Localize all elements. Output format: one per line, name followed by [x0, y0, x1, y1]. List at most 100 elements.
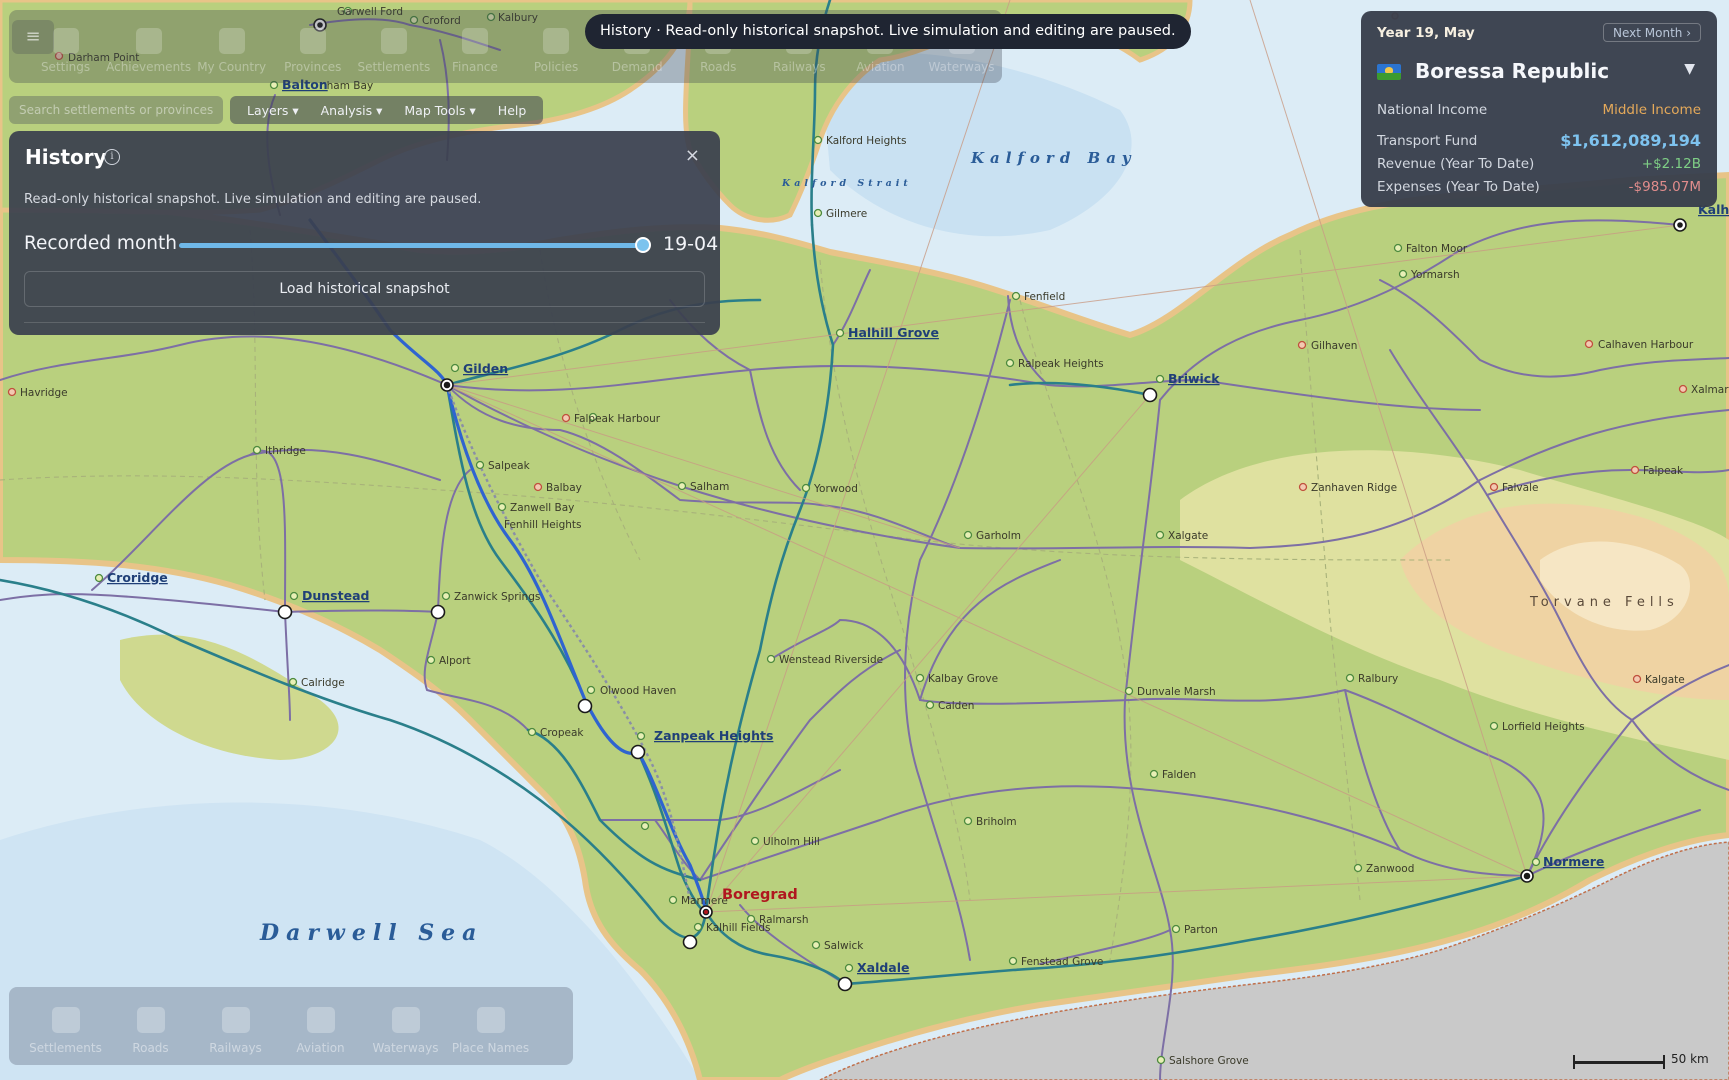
- svg-text:Kalford Heights: Kalford Heights: [826, 135, 907, 147]
- svg-text:Kalgate: Kalgate: [1645, 674, 1685, 686]
- layer-aviation[interactable]: Aviation: [278, 987, 363, 1065]
- svg-text:Calridge: Calridge: [301, 677, 345, 689]
- close-icon[interactable]: ×: [685, 145, 700, 166]
- svg-text:Lorfield Heights: Lorfield Heights: [1502, 721, 1585, 733]
- menu-layers[interactable]: Layers ▾: [236, 103, 310, 118]
- chevron-down-icon[interactable]: ▼: [1684, 61, 1695, 77]
- svg-text:Xalgate: Xalgate: [1168, 530, 1208, 542]
- transport-fund-row: Transport Fund $1,612,089,194: [1377, 131, 1701, 150]
- toolbar-provinces[interactable]: Provinces: [272, 10, 353, 83]
- search-input[interactable]: [9, 96, 223, 124]
- svg-text:Falpeak Harbour: Falpeak Harbour: [574, 413, 661, 425]
- plane-icon: [306, 1007, 335, 1033]
- svg-text:Olwood Haven: Olwood Haven: [600, 685, 676, 697]
- toolbar-achievements[interactable]: Achievements: [106, 10, 191, 83]
- svg-text:Calden: Calden: [938, 700, 974, 712]
- svg-text:Marmere: Marmere: [681, 895, 728, 907]
- svg-text:Ithridge: Ithridge: [265, 445, 306, 457]
- svg-text:Gilden: Gilden: [463, 361, 508, 376]
- scale-bar: [1573, 1055, 1665, 1069]
- transport-fund-value: $1,612,089,194: [1560, 131, 1701, 150]
- svg-text:Falvale: Falvale: [1502, 482, 1538, 494]
- svg-text:Dunvale Marsh: Dunvale Marsh: [1137, 686, 1216, 698]
- sea-label-kalford-strait: Kalford Strait: [781, 178, 912, 189]
- next-month-button[interactable]: Next Month ›: [1603, 23, 1701, 42]
- history-mode-banner: History · Read-only historical snapshot.…: [585, 14, 1191, 49]
- hamburger-menu-icon[interactable]: ≡: [12, 20, 54, 54]
- region-label-torvane: Torvane Fells: [1529, 595, 1679, 610]
- svg-text:Normere: Normere: [1543, 854, 1604, 869]
- revenue-row: Revenue (Year To Date) +$2.12B: [1377, 156, 1701, 172]
- trophy-icon: [135, 28, 162, 54]
- svg-text:Croridge: Croridge: [107, 570, 168, 585]
- document-icon: [543, 28, 570, 54]
- svg-text:Balbay: Balbay: [546, 482, 582, 494]
- svg-text:Gilmere: Gilmere: [826, 208, 867, 220]
- ship-icon: [391, 1007, 420, 1033]
- svg-text:Calhaven Harbour: Calhaven Harbour: [1598, 339, 1694, 351]
- svg-text:Gilhaven: Gilhaven: [1311, 340, 1357, 352]
- svg-text:Briwick: Briwick: [1168, 371, 1220, 386]
- divider: [24, 322, 705, 323]
- svg-text:Falton Moor: Falton Moor: [1406, 243, 1468, 255]
- svg-text:Zanwood: Zanwood: [1366, 863, 1414, 875]
- capital-marker: [704, 910, 708, 914]
- svg-text:Falpeak: Falpeak: [1643, 465, 1684, 477]
- country-flag-icon: [1377, 64, 1401, 80]
- layer-roads[interactable]: Roads: [108, 987, 193, 1065]
- svg-text:Zanpeak Heights: Zanpeak Heights: [654, 728, 773, 743]
- expenses-value: -$985.07M: [1628, 179, 1701, 195]
- menu-help[interactable]: Help: [487, 103, 538, 118]
- svg-text:Kalbay Grove: Kalbay Grove: [928, 673, 998, 685]
- svg-text:Salpeak: Salpeak: [488, 460, 531, 472]
- svg-text:Zanhaven Ridge: Zanhaven Ridge: [1311, 482, 1397, 494]
- scale-label: 50 km: [1671, 1052, 1709, 1066]
- menu-map-tools[interactable]: Map Tools ▾: [393, 103, 486, 118]
- svg-text:Havridge: Havridge: [20, 387, 68, 399]
- road-icon: [136, 1007, 165, 1033]
- svg-text:Fenfield: Fenfield: [1024, 291, 1065, 303]
- history-description: Read-only historical snapshot. Live simu…: [24, 192, 482, 207]
- svg-text:Wenstead Riverside: Wenstead Riverside: [779, 654, 883, 666]
- history-title: History: [25, 145, 107, 169]
- sea-label-darwell: Darwell Sea: [259, 920, 483, 946]
- layer-settlements[interactable]: Settlements: [23, 987, 108, 1065]
- slider-thumb[interactable]: [635, 237, 651, 253]
- svg-text:Parton: Parton: [1184, 924, 1218, 936]
- svg-text:Yormarsh: Yormarsh: [1410, 269, 1460, 281]
- svg-text:Briholm: Briholm: [976, 816, 1017, 828]
- svg-text:Fenhill Heights: Fenhill Heights: [504, 519, 582, 531]
- svg-text:Zanwell Bay: Zanwell Bay: [510, 502, 574, 514]
- map-icon: [299, 28, 326, 54]
- capital-label: Boregrad: [722, 887, 798, 903]
- svg-text:Fenstead Grove: Fenstead Grove: [1021, 956, 1103, 968]
- svg-text:Ulholm Hill: Ulholm Hill: [763, 836, 820, 848]
- sea-label-kalford-bay: Kalford Bay: [970, 149, 1137, 167]
- building-icon: [51, 1007, 80, 1033]
- svg-text:Salwick: Salwick: [824, 940, 864, 952]
- toolbar-policies[interactable]: Policies: [516, 10, 597, 83]
- svg-text:Xaldale: Xaldale: [857, 960, 910, 975]
- svg-text:Yorwood: Yorwood: [813, 483, 858, 495]
- expenses-row: Expenses (Year To Date) -$985.07M: [1377, 179, 1701, 195]
- svg-text:Dunstead: Dunstead: [302, 588, 369, 603]
- toolbar-finance[interactable]: Finance: [434, 10, 515, 83]
- menu-analysis[interactable]: Analysis ▾: [310, 103, 394, 118]
- info-icon[interactable]: i: [104, 149, 120, 165]
- layer-waterways[interactable]: Waterways: [363, 987, 448, 1065]
- layer-railways[interactable]: Railways: [193, 987, 278, 1065]
- recorded-month-slider[interactable]: [179, 237, 651, 253]
- toolbar-my-country[interactable]: My Country: [191, 10, 272, 83]
- svg-text:Ralpeak Heights: Ralpeak Heights: [1018, 358, 1104, 370]
- svg-text:Alport: Alport: [439, 655, 471, 667]
- svg-text:Salshore Grove: Salshore Grove: [1169, 1055, 1249, 1067]
- train-icon: [221, 1007, 250, 1033]
- svg-text:Halhill Grove: Halhill Grove: [848, 325, 939, 340]
- gear-icon: [52, 28, 79, 54]
- layer-place-names[interactable]: Place Names: [448, 987, 533, 1065]
- country-name: Boressa Republic: [1415, 59, 1610, 83]
- svg-text:Garholm: Garholm: [976, 530, 1021, 542]
- layer-bar: Settlements Roads Railways Aviation Wate…: [9, 987, 573, 1065]
- toolbar-settlements[interactable]: Settlements: [353, 10, 434, 83]
- load-snapshot-button[interactable]: Load historical snapshot: [24, 271, 705, 307]
